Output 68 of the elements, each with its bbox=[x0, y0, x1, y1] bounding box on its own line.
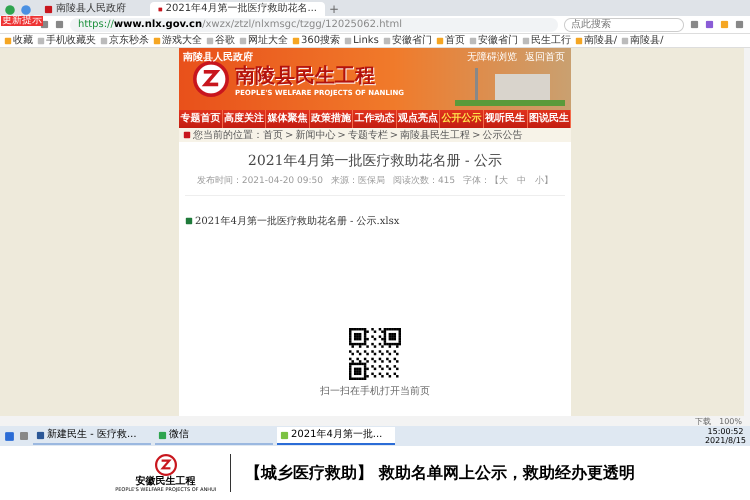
browser-tab[interactable]: 南陵县人民政府 bbox=[36, 2, 146, 16]
taskbar-item[interactable]: 新建民生 - 医疗救... bbox=[33, 427, 151, 445]
anhui-emblem bbox=[154, 454, 177, 476]
bookmark-link[interactable]: 民生工行 bbox=[522, 34, 571, 46]
qr-caption: 扫一扫在手机打开当前页 bbox=[320, 384, 430, 398]
breadcrumb-separator: > bbox=[472, 130, 481, 140]
breadcrumb-link[interactable]: 公示公告 bbox=[482, 128, 523, 142]
breadcrumb-link[interactable]: 专题专栏 bbox=[348, 128, 388, 142]
breadcrumb-separator: > bbox=[337, 130, 346, 140]
breadcrumb-link[interactable]: 您当前的位置：首页 bbox=[193, 128, 283, 142]
bookmark-link[interactable]: Links bbox=[344, 34, 379, 46]
page-icon bbox=[344, 36, 352, 44]
breadcrumb-link[interactable]: 南陵县民生工程 bbox=[400, 128, 470, 142]
article-meta: 发布时间：2021-04-20 09:50 bbox=[196, 174, 323, 187]
bookmark-link[interactable]: 手机收藏夹 bbox=[37, 34, 96, 46]
bookmark-link[interactable]: 360搜索 bbox=[292, 34, 340, 46]
page-icon bbox=[621, 36, 630, 44]
app-icon bbox=[158, 430, 167, 440]
clock-date: 2021/8/15 bbox=[704, 436, 746, 445]
new-tab-button[interactable]: + bbox=[329, 2, 340, 16]
bookmark-link[interactable]: 游戏大全 bbox=[153, 34, 202, 46]
page-icon bbox=[153, 36, 161, 44]
page-icon bbox=[436, 36, 444, 44]
address-field[interactable]: https://www.nlx.gov.cn/xwzx/ztzl/nlxmsgc/tzgg/12025062.html bbox=[70, 18, 558, 32]
bookmark-link[interactable]: 谷歌 bbox=[206, 34, 235, 46]
search-field[interactable]: 点此搜索 bbox=[564, 18, 684, 32]
article-meta: 阅读次数：415 bbox=[392, 174, 456, 187]
page-icon bbox=[522, 36, 530, 44]
site-title: 南陵县民生工程 bbox=[235, 62, 376, 88]
bookmark-link[interactable]: 首页 bbox=[436, 34, 465, 46]
bookmark-link[interactable]: 网址大全 bbox=[239, 34, 288, 46]
article-meta: 字体：【大 中 小】 bbox=[463, 174, 554, 187]
clock-time: 15:00:52 bbox=[706, 427, 744, 436]
attachment-link[interactable]: 2021年4月第一批医疗救助花名册 - 公示.xlsx bbox=[185, 214, 400, 228]
bookmark-link[interactable]: 收藏 bbox=[4, 34, 33, 46]
bookmark-link[interactable]: 南陵县/ bbox=[621, 34, 664, 46]
page-icon bbox=[382, 36, 391, 44]
bookmark-link[interactable]: 安徽省门 bbox=[382, 34, 432, 46]
page-icon bbox=[292, 36, 300, 44]
breadcrumb-separator: > bbox=[390, 130, 398, 140]
breadcrumb-link[interactable]: 新闻中心 bbox=[295, 128, 336, 142]
page-icon bbox=[574, 36, 583, 44]
page-icon bbox=[100, 36, 108, 44]
page-icon bbox=[206, 36, 214, 44]
taskbar-item[interactable]: 微信 bbox=[155, 427, 273, 445]
bookmark-link[interactable]: 京东秒杀 bbox=[100, 34, 149, 46]
caption-logo-text: 安徽民生工程 bbox=[136, 476, 196, 486]
download-link[interactable]: 下载 bbox=[695, 416, 712, 426]
page-icon bbox=[4, 36, 12, 44]
article-title: 2021年4月第一批医疗救助花名册 - 公示 bbox=[248, 152, 502, 170]
government-name: 南陵县人民政府 bbox=[183, 50, 253, 64]
browser-tab[interactable]: 2021年4月第一批医疗救助花名... bbox=[150, 2, 325, 16]
zoom-level[interactable]: 100% bbox=[719, 416, 742, 426]
page-icon bbox=[468, 36, 477, 44]
article-meta: 来源：医保局 bbox=[330, 174, 385, 187]
page-icon bbox=[239, 36, 247, 44]
qr-code bbox=[349, 328, 401, 380]
taskbar-item[interactable]: 2021年4月第一批... bbox=[277, 427, 395, 445]
site-emblem bbox=[193, 61, 229, 97]
bookmark-link[interactable]: 安徽省门 bbox=[468, 34, 518, 46]
app-icon bbox=[36, 430, 45, 440]
browser-logo-icon bbox=[4, 4, 16, 16]
bookmark-link[interactable]: 南陵县/ bbox=[574, 34, 618, 46]
app-icon bbox=[280, 430, 289, 440]
breadcrumb-separator: > bbox=[285, 130, 294, 140]
page-icon bbox=[37, 36, 45, 44]
update-badge: 更新提示 bbox=[1, 16, 43, 26]
caption-headline: 【城乡医疗救助】 救助名单网上公示，救助经办更透明 bbox=[245, 462, 635, 484]
